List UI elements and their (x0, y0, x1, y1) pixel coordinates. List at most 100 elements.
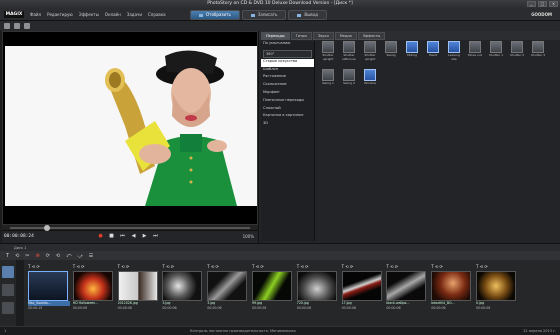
transition-item[interactable]: Shutter 1 (487, 41, 505, 67)
tab-effects[interactable]: Эффекты (357, 32, 386, 40)
category-item[interactable]: Морфинг (261, 90, 314, 98)
transition-item[interactable]: Window (361, 69, 379, 95)
menu-online[interactable]: Онлайн (105, 12, 121, 17)
stop-icon[interactable]: ■ (108, 233, 115, 240)
clip-tools[interactable]: T ⟲ ⟳ (207, 264, 249, 271)
minimize-button[interactable]: _ (527, 1, 536, 7)
category-dropdown[interactable]: 360° (263, 49, 312, 58)
storyboard-clip[interactable]: T ⟲ ⟳ 17.jpg 00:00:06 (341, 264, 384, 324)
clip-tools[interactable]: T ⟲ ⟳ (252, 264, 294, 271)
clip-tools[interactable]: T ⟲ ⟳ (28, 264, 70, 271)
video-track-icon[interactable] (2, 266, 14, 278)
storyboard-clip[interactable]: T ⟲ ⟳ beautiful_BO... 00:00:06 (431, 264, 473, 324)
storyboard-clip[interactable]: T ⟲ ⟳ black-wallpa... 00:00:06 (386, 264, 428, 324)
save-icon[interactable] (24, 23, 30, 29)
transition-grid: Shutter upright Shutter leftmove Shutter u… (319, 41, 559, 191)
storyboard-clip[interactable]: T ⟲ ⟳ 2012028.jpg 00:00:06 (117, 264, 160, 324)
clip-thumbnail (207, 271, 248, 301)
open-folder-icon[interactable] (14, 23, 20, 29)
prev-icon[interactable]: ⏮ (119, 233, 126, 240)
disc-selector[interactable]: Диск 1 (14, 246, 26, 250)
category-item[interactable]: Растяжение (261, 74, 314, 82)
record-icon[interactable]: ● (97, 233, 104, 240)
timeline-tool-0[interactable]: T (6, 253, 9, 259)
menu-tasks[interactable]: Задачи (127, 12, 142, 17)
category-item[interactable]: 3D (261, 121, 314, 129)
clip-thumbnail (341, 271, 382, 301)
effects-panel: Переходы Титры Звуки Медиа Эффекты По ум… (258, 31, 560, 243)
lane-handle[interactable] (16, 260, 24, 326)
storyboard-clip[interactable]: T ⟲ ⟳ 3.jpg 00:00:06 (162, 264, 204, 324)
video-preview[interactable] (2, 31, 258, 225)
clip-tools[interactable]: T ⟲ ⟳ (431, 264, 473, 271)
transition-item[interactable]: Shutter upright (361, 41, 379, 67)
transition-item[interactable]: Shutter upright (319, 41, 337, 67)
transition-item[interactable]: Fading (403, 41, 421, 67)
transition-item[interactable]: Move out (466, 41, 484, 67)
transition-thumbnail (490, 41, 502, 53)
maximize-button[interactable]: □ (538, 1, 547, 7)
category-item[interactable]: Сложный (261, 106, 314, 114)
transition-item[interactable]: Leaving site (445, 41, 463, 67)
mode-output[interactable]: Вывод (288, 10, 327, 20)
timeline-ruler[interactable]: Диск 1 (0, 243, 560, 251)
clip-thumbnail (28, 271, 68, 301)
timeline-tool-2[interactable]: ✂ (25, 253, 29, 259)
play-icon[interactable]: ▶ (141, 233, 148, 240)
timeline-tool-8[interactable]: ☰ (89, 253, 93, 259)
category-item[interactable]: Старые искусства (261, 58, 314, 67)
timeline-tool-6[interactable]: ⤺ (66, 253, 71, 259)
category-item[interactable]: Пленочные переходы (261, 98, 314, 106)
preview-frame (5, 46, 257, 206)
clip-tools[interactable]: T ⟲ ⟳ (118, 264, 160, 271)
category-item[interactable]: Скольжение (261, 82, 314, 90)
clip-tools[interactable]: T ⟲ ⟳ (476, 264, 518, 271)
transition-item[interactable]: Shutter 3 (529, 41, 547, 67)
category-item[interactable]: Картинка в картинке (261, 113, 314, 121)
menu-help[interactable]: Справка (148, 12, 166, 17)
audio-track-icon[interactable] (2, 284, 14, 296)
close-button[interactable]: × (549, 1, 558, 7)
next-icon[interactable]: ⏭ (152, 233, 159, 240)
tab-media[interactable]: Медиа (334, 32, 357, 40)
transition-item[interactable]: Swing 2 (340, 69, 358, 95)
tab-sounds[interactable]: Звуки (313, 32, 334, 40)
storyboard-clip[interactable]: T ⟲ ⟳ Mac_Sounds... 00:00:15 (28, 264, 70, 324)
storyboard-clip[interactable]: T ⟲ ⟳ HD Halloween... 00:00:06 (72, 264, 115, 324)
timeline-tool-1[interactable]: ⟲ (15, 253, 19, 259)
clip-tools[interactable]: T ⟲ ⟳ (73, 264, 115, 271)
transition-item[interactable]: Swing (382, 41, 400, 67)
tab-transitions[interactable]: Переходы (261, 32, 290, 40)
transition-item[interactable]: Shutter leftmove (340, 41, 358, 67)
clip-tools[interactable]: T ⟲ ⟳ (342, 264, 384, 271)
mode-record[interactable]: Записать (241, 10, 287, 20)
transition-item[interactable]: Heart (424, 41, 442, 67)
mode-display[interactable]: Отобразить (190, 10, 240, 20)
clip-tools[interactable]: T ⟲ ⟳ (162, 264, 204, 271)
storyboard-clip[interactable]: T ⟲ ⟳ 99.jpg 00:00:06 (252, 264, 294, 324)
timeline-tool-5[interactable]: ⟲ (56, 253, 60, 259)
clip-tools[interactable]: T ⟲ ⟳ (386, 264, 428, 271)
text-track-icon[interactable] (2, 302, 14, 314)
storyboard-clip[interactable]: T ⟲ ⟳ 720.jpg 00:00:06 (296, 264, 339, 324)
clip-tools[interactable]: T ⟲ ⟳ (297, 264, 339, 271)
menu-file[interactable]: Файл (30, 12, 41, 17)
transition-item[interactable]: Shutter 2 (508, 41, 526, 67)
timeline-tool-4[interactable]: ⟳ (46, 253, 50, 259)
storyboard-clip[interactable]: T ⟲ ⟳ 3.jpg 00:00:06 (207, 264, 249, 324)
transition-label: Shutter leftmove (342, 53, 356, 61)
menu-effects[interactable]: Эффекты (79, 12, 99, 17)
category-item[interactable]: Шаблон (261, 67, 314, 75)
transition-item[interactable]: Swing 1 (319, 69, 337, 95)
rewind-icon[interactable]: ◀ (130, 233, 137, 240)
menu-edit[interactable]: Редактирую (47, 12, 73, 17)
timeline-tool-7[interactable]: ⤻ (77, 253, 82, 259)
clip-thumbnail (296, 271, 337, 301)
transition-label: Shutter 3 (530, 53, 545, 57)
new-file-icon[interactable] (4, 23, 10, 29)
storyboard-clip[interactable]: T ⟲ ⟳ 0.jpg 00:00:06 (476, 264, 518, 324)
zoom-level[interactable]: 100% (243, 234, 254, 239)
brand-label: GOODOM (531, 12, 552, 17)
tab-titles[interactable]: Титры (290, 32, 312, 40)
timeline-tool-3[interactable]: ⊗ (35, 253, 39, 259)
